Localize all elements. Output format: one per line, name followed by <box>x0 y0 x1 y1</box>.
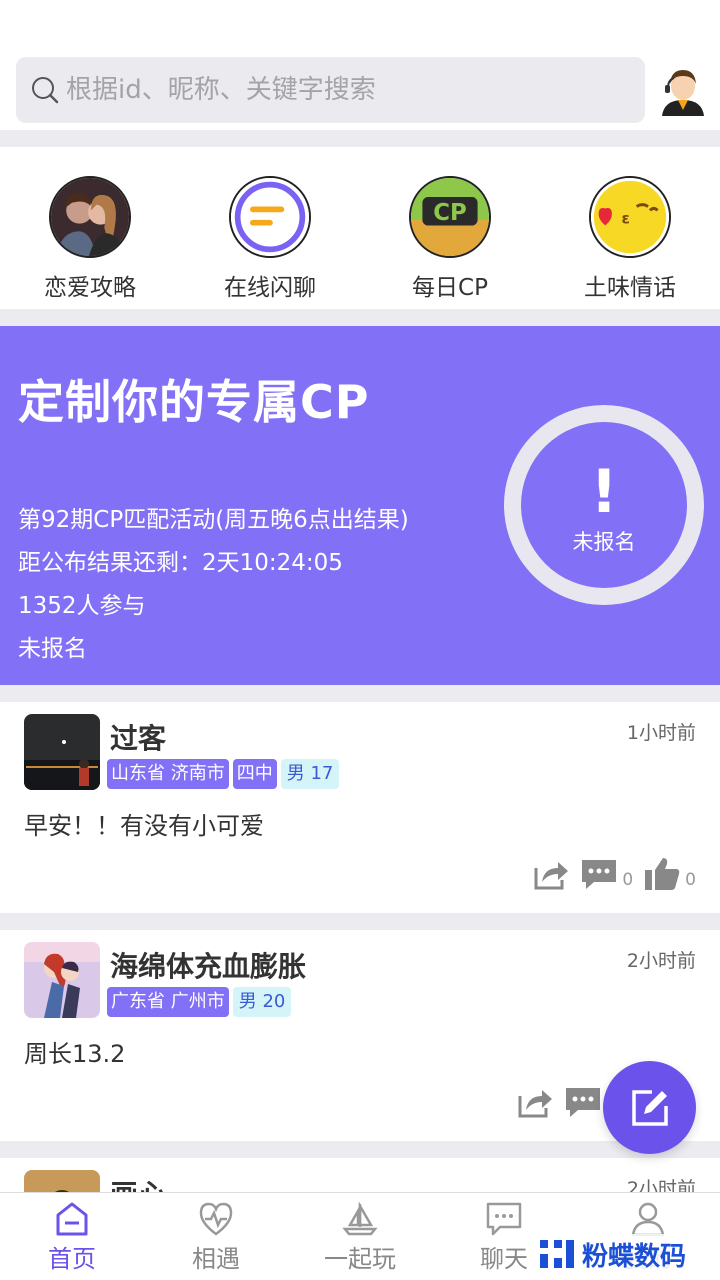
share-icon <box>534 862 569 890</box>
shortcut-label: 在线闪聊 <box>224 275 316 301</box>
search-input[interactable] <box>66 75 606 105</box>
thumbs-up-icon <box>645 858 680 890</box>
kiss-emoji-icon: ε <box>589 176 671 258</box>
signup-status-label: 未报名 <box>572 530 636 554</box>
cp-banner-title: 定制你的专属CP <box>18 375 370 429</box>
edit-icon <box>631 1089 668 1126</box>
watermark-text: 粉蝶数码 <box>582 1241 687 1272</box>
shortcut-label: 恋爱攻略 <box>44 275 136 301</box>
post-content: 周长13.2 <box>24 1040 126 1068</box>
avatar[interactable] <box>24 942 100 1018</box>
tab-play-together[interactable]: 一起玩 <box>288 1193 432 1280</box>
shortcut-online-chat[interactable]: 在线闪聊 <box>180 147 360 309</box>
exclamation-mark: ! <box>590 457 618 527</box>
couple-photo-icon <box>49 176 131 258</box>
user-icon <box>631 1202 665 1237</box>
sailboat-icon <box>342 1201 378 1236</box>
feed-post[interactable]: 画心 2小时前 <box>0 1158 720 1192</box>
user-tags: 山东省 济南市 四中 男 17 <box>107 759 340 789</box>
svg-text:CP: CP <box>433 200 466 226</box>
message-icon <box>486 1202 522 1236</box>
share-button[interactable] <box>516 1084 554 1120</box>
shortcut-cheesy-lines[interactable]: ε 土味情话 <box>540 147 720 309</box>
like-count: 0 <box>685 870 696 890</box>
comment-button[interactable] <box>564 1084 602 1120</box>
tab-label: 一起玩 <box>324 1245 396 1273</box>
comment-count: 0 <box>622 870 634 890</box>
search-icon <box>32 77 59 104</box>
cp-badge-icon: CP <box>409 176 491 258</box>
comment-button[interactable]: 0 <box>580 856 633 892</box>
shortcut-label: 每日CP <box>412 275 488 301</box>
tab-encounter[interactable]: 相遇 <box>144 1193 288 1280</box>
shortcut-row: 恋爱攻略 在线闪聊 CP 每日CP ε 土味情话 <box>0 147 720 309</box>
cp-participants-text: 1352人参与 <box>18 593 146 619</box>
age-label: 20 <box>262 991 286 1012</box>
share-button[interactable] <box>532 856 570 892</box>
gender-age-tag: 男 20 <box>232 987 292 1017</box>
tab-label: 首页 <box>48 1245 96 1273</box>
cp-match-banner[interactable]: 定制你的专属CP 第92期CP匹配活动(周五晚6点出结果) 距公布结果还剩：2天… <box>0 326 720 685</box>
user-name[interactable]: 画心 <box>110 1173 166 1192</box>
compose-post-button[interactable] <box>603 1061 696 1154</box>
tab-home[interactable]: 首页 <box>0 1193 144 1280</box>
cp-signup-ring-button[interactable]: ! 未报名 <box>504 405 704 605</box>
like-button[interactable]: 0 <box>643 856 696 892</box>
user-name[interactable]: 过客 <box>110 717 166 757</box>
search-box[interactable] <box>16 57 645 123</box>
gender-label: 男 <box>286 763 305 784</box>
user-tags: 广东省 广州市 男 20 <box>107 987 292 1017</box>
gender-age-tag: 男 17 <box>280 759 340 789</box>
gender-label: 男 <box>238 991 257 1012</box>
user-name[interactable]: 海绵体充血膨胀 <box>110 945 306 985</box>
cp-activity-text: 第92期CP匹配活动(周五晚6点出结果) <box>18 507 409 533</box>
age-label: 17 <box>310 763 334 784</box>
location-tag: 广东省 广州市 <box>107 987 229 1017</box>
shortcut-love-guide[interactable]: 恋爱攻略 <box>0 147 180 309</box>
watermark-logo-icon <box>540 1240 574 1268</box>
home-icon <box>56 1202 88 1236</box>
school-tag: 四中 <box>232 759 277 789</box>
watermark: 粉蝶数码 <box>534 1234 691 1274</box>
top-bar <box>0 48 720 130</box>
post-actions: 0 0 <box>532 856 696 892</box>
heart-pulse-icon <box>199 1202 233 1236</box>
chat-bubble-icon <box>229 176 311 258</box>
shortcut-daily-cp[interactable]: CP 每日CP <box>360 147 540 309</box>
svg-text:ε: ε <box>621 210 629 228</box>
avatar[interactable] <box>24 714 100 790</box>
cp-status-text: 未报名 <box>18 636 87 662</box>
cp-countdown-text: 距公布结果还剩：2天10:24:05 <box>18 550 343 576</box>
status-bar <box>0 0 720 48</box>
feed-post[interactable]: 过客 1小时前 山东省 济南市 四中 男 17 早安！！有没有小可爱 0 0 <box>0 702 720 913</box>
tab-label: 相遇 <box>192 1245 240 1273</box>
share-icon <box>518 1090 552 1118</box>
customer-service-avatar-icon[interactable] <box>660 66 706 116</box>
post-content: 早安！！有没有小可爱 <box>24 812 264 840</box>
comment-icon <box>582 860 617 889</box>
comment-icon <box>566 1088 600 1117</box>
post-time: 2小时前 <box>626 950 696 972</box>
post-actions <box>516 1084 602 1120</box>
post-time: 1小时前 <box>626 722 696 744</box>
avatar[interactable] <box>24 1170 100 1192</box>
shortcut-label: 土味情话 <box>584 275 676 301</box>
tab-label: 聊天 <box>480 1245 528 1273</box>
location-tag: 山东省 济南市 <box>107 759 229 789</box>
post-time: 2小时前 <box>626 1178 696 1192</box>
